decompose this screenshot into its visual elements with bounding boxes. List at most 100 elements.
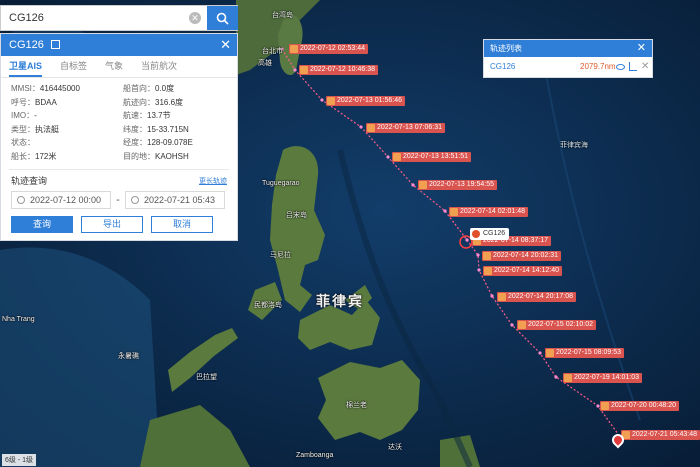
track-point-label[interactable]: 2022-07-12 10:46:38 — [299, 65, 378, 75]
edit-icon[interactable] — [50, 40, 60, 49]
track-point-time: 2022-07-21 05:43:48 — [632, 431, 697, 438]
track-point-icon — [546, 349, 554, 357]
label-luzon: 吕宋岛 — [286, 212, 307, 219]
track-point-time: 2022-07-13 01:56:46 — [337, 97, 402, 104]
info-destination: 目的地：KAOHSH — [123, 151, 189, 161]
track-point-label[interactable]: 2022-07-12 02:53:44 — [289, 44, 368, 54]
label-philippines: 菲律宾 — [316, 293, 364, 309]
track-list-panel: 轨迹列表 ✕ CG126 2079.7nm ✕ — [483, 39, 653, 78]
track-query-row: 轨迹查询 更长轨迹 — [1, 173, 237, 189]
date-to-field[interactable]: 2022-07-21 05:43 — [125, 190, 225, 209]
track-point-icon — [484, 267, 492, 275]
track-point-time: 2022-07-15 02:10:02 — [528, 321, 593, 328]
track-point-icon — [393, 153, 401, 161]
label-tuguegarao: Tuguegarao — [262, 180, 300, 187]
track-point-label[interactable]: 2022-07-13 07:06:31 — [366, 123, 445, 133]
vessel-name: CG126 — [9, 39, 44, 51]
track-point-icon — [483, 252, 491, 260]
clear-icon[interactable]: ✕ — [189, 12, 201, 24]
ship-icon — [472, 230, 480, 238]
action-buttons: 查询 导出 取消 — [1, 211, 237, 238]
clock-icon — [17, 195, 25, 204]
track-list-item[interactable]: CG126 2079.7nm ✕ — [484, 57, 652, 77]
cancel-button[interactable]: 取消 — [151, 215, 213, 233]
track-point-label[interactable]: 2022-07-20 00:48:20 — [600, 401, 679, 411]
track-list-title: 轨迹列表 — [490, 44, 522, 53]
track-point-time: 2022-07-14 02:01:48 — [460, 208, 525, 215]
info-mmsi: MMSI：416445000 — [11, 84, 80, 93]
track-point-label[interactable]: 2022-07-14 20:02:31 — [482, 251, 561, 261]
panel-tabs: 卫星AIS 自标签 气象 当前航次 — [1, 56, 237, 78]
track-point-icon — [300, 66, 308, 74]
tab-current-voyage[interactable]: 当前航次 — [141, 56, 177, 77]
track-point-label[interactable]: 2022-07-14 02:01:48 — [449, 207, 528, 217]
track-point-label[interactable]: 2022-07-13 01:56:46 — [326, 96, 405, 106]
label-taiwan: 台湾岛 — [272, 12, 293, 19]
track-point-icon — [601, 402, 609, 410]
track-point-icon — [450, 208, 458, 216]
track-list-header: 轨迹列表 ✕ — [484, 40, 652, 57]
track-point-time: 2022-07-13 19:54:55 — [429, 181, 494, 188]
ship-tag[interactable]: CG126 — [470, 228, 510, 240]
tab-weather[interactable]: 气象 — [105, 56, 123, 77]
search-bar: ✕ — [0, 5, 238, 31]
search-icon — [216, 12, 229, 25]
track-point-label[interactable]: 2022-07-14 20:17:08 — [497, 292, 576, 302]
map-scale: 6级 - 1级 — [2, 454, 37, 466]
date-separator: - — [116, 193, 120, 206]
export-button[interactable]: 导出 — [81, 215, 143, 233]
track-point-label[interactable]: 2022-07-15 02:10:02 — [517, 320, 596, 330]
track-point-time: 2022-07-19 14:01:03 — [574, 374, 639, 381]
info-type: 类型：执法艇 — [11, 124, 59, 134]
info-course: 航迹向：316.6度 — [123, 97, 184, 107]
track-point-label[interactable]: 2022-07-14 14:12:40 — [483, 266, 562, 276]
track-point-label[interactable]: 2022-07-19 14:01:03 — [563, 373, 642, 383]
track-point-icon — [327, 97, 335, 105]
panel-header: CG126 ✕ — [1, 34, 237, 56]
info-heading: 船首向：0.0度 — [123, 84, 175, 93]
track-name: CG126 — [490, 62, 516, 71]
search-input[interactable] — [1, 6, 206, 30]
track-point-icon — [367, 124, 375, 132]
date-range: 2022-07-12 00:00 - 2022-07-21 05:43 — [1, 189, 237, 211]
track-point-label[interactable]: 2022-07-15 08:09:53 — [545, 348, 624, 358]
track-point-icon — [419, 181, 427, 189]
track-point-time: 2022-07-20 00:48:20 — [611, 402, 676, 409]
tab-satellite-ais[interactable]: 卫星AIS — [9, 56, 43, 77]
track-point-icon — [290, 45, 298, 53]
info-imo: IMO：- — [11, 111, 37, 121]
divider — [9, 168, 229, 170]
label-kaohsiung: 高雄 — [258, 60, 272, 67]
label-davao: 达沃 — [388, 444, 402, 451]
label-zamboanga: Zamboanga — [296, 452, 334, 459]
track-point-label[interactable]: 2022-07-13 13:51:51 — [392, 152, 471, 162]
close-icon[interactable]: ✕ — [220, 37, 231, 53]
eye-icon[interactable] — [616, 64, 625, 70]
chart-icon[interactable] — [629, 62, 637, 71]
track-point-time: 2022-07-12 02:53:44 — [300, 45, 365, 52]
delete-icon[interactable]: ✕ — [641, 57, 649, 77]
tab-custom-tag[interactable]: 自标签 — [60, 56, 87, 77]
info-longitude: 经度：128-09.078E — [123, 138, 193, 148]
track-query-title: 轨迹查询 — [11, 175, 48, 186]
label-manila: 马尼拉 — [270, 252, 291, 259]
track-point-label[interactable]: 2022-07-21 05:43:48 — [621, 430, 700, 440]
track-point-time: 2022-07-14 20:17:08 — [508, 293, 573, 300]
track-point-label[interactable]: 2022-07-13 19:54:55 — [418, 180, 497, 190]
info-latitude: 纬度：15-33.715N — [123, 124, 189, 134]
label-mindanao: 棉兰老 — [346, 402, 367, 409]
date-from-field[interactable]: 2022-07-12 00:00 — [11, 190, 111, 209]
label-philippine-sea: 菲律宾海 — [560, 142, 588, 149]
close-icon[interactable]: ✕ — [637, 40, 646, 57]
ship-tag-label: CG126 — [483, 230, 506, 237]
search-button[interactable] — [207, 6, 238, 30]
track-point-time: 2022-07-12 10:46:38 — [310, 66, 375, 73]
track-point-time: 2022-07-14 20:02:31 — [493, 252, 558, 259]
vessel-info-panel: CG126 ✕ 卫星AIS 自标签 气象 当前航次 MMSI：416445000… — [0, 33, 238, 241]
query-button[interactable]: 查询 — [11, 215, 73, 233]
track-point-icon — [498, 293, 506, 301]
track-distance: 2079.7nm — [580, 62, 616, 71]
longer-track-link[interactable]: 更长轨迹 — [199, 176, 227, 186]
track-point-time: 2022-07-13 13:51:51 — [403, 153, 468, 160]
label-taipei: 台北市 — [262, 48, 283, 55]
